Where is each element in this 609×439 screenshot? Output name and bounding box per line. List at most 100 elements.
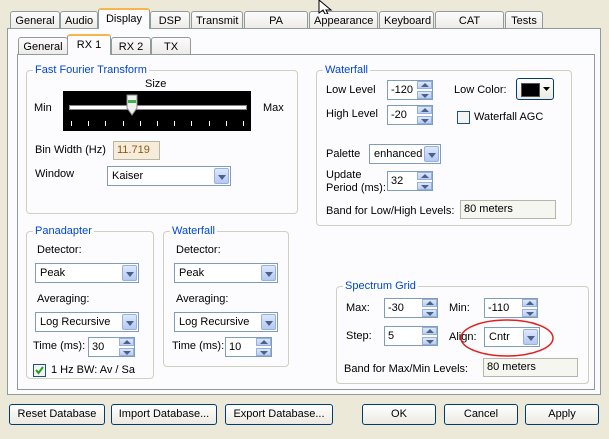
tab-display[interactable]: Display <box>98 8 150 29</box>
grid-max-label: Max: <box>346 302 370 314</box>
spin-up-icon[interactable] <box>417 81 432 89</box>
waterfall-averaging-label: Averaging: <box>176 293 229 305</box>
hz-bw-label: 1 Hz BW: Av / Sa <box>51 364 135 376</box>
spin-down-icon[interactable] <box>256 348 271 356</box>
spin-down-icon[interactable] <box>422 337 437 345</box>
waterfall-time-spinner[interactable]: 10 <box>225 337 272 357</box>
chevron-down-icon[interactable] <box>261 314 276 330</box>
panadapter-time-spinner[interactable]: 30 <box>88 337 135 357</box>
spin-down-icon[interactable] <box>417 116 432 124</box>
tab-general[interactable]: General <box>10 11 60 29</box>
panadapter-averaging-label: Averaging: <box>37 293 90 305</box>
spin-down-icon[interactable] <box>417 182 432 190</box>
waterfall-band-value: 80 meters <box>460 200 556 219</box>
chevron-down-icon[interactable] <box>214 168 229 184</box>
rx1-panel: Fast Fourier Transform Size Min Max Bin … <box>17 54 595 390</box>
low-color-label: Low Color: <box>454 84 507 96</box>
slider-tick <box>71 121 72 126</box>
panadapter-detector-select[interactable]: Peak <box>35 263 139 283</box>
low-level-label: Low Level <box>326 84 376 96</box>
apply-button[interactable]: Apply <box>525 404 599 425</box>
tab-tests[interactable]: Tests <box>505 11 543 29</box>
spin-up-icon[interactable] <box>417 106 432 114</box>
chevron-down-icon[interactable] <box>261 265 276 281</box>
tab-audio[interactable]: Audio <box>60 11 98 29</box>
waterfall-agc-checkbox[interactable] <box>457 111 470 124</box>
spin-up-icon[interactable] <box>422 299 437 307</box>
cancel-button[interactable]: Cancel <box>444 404 518 425</box>
waterfall-detector-group-title: Waterfall <box>170 224 217 238</box>
slider-tick <box>208 121 210 126</box>
window-label: Window <box>35 168 75 180</box>
fft-size-slider[interactable] <box>63 91 251 131</box>
subtab-general[interactable]: General <box>18 37 68 55</box>
spin-down-icon[interactable] <box>422 309 437 317</box>
spin-up-icon[interactable] <box>422 327 437 335</box>
waterfall-detector-select[interactable]: Peak <box>174 263 278 283</box>
low-level-spinner[interactable]: -120 <box>387 80 433 100</box>
slider-tick <box>225 121 227 126</box>
palette-select[interactable]: enhanced <box>369 144 441 164</box>
bin-width-label: Bin Width (Hz) <box>35 144 106 156</box>
subtab-rx1[interactable]: RX 1 <box>67 34 111 55</box>
slider-track <box>69 105 247 110</box>
update-period-label-1: Update <box>326 169 362 181</box>
import-database-button[interactable]: Import Database... <box>111 404 217 425</box>
high-level-spinner[interactable]: -20 <box>387 105 433 125</box>
waterfall-group-title: Waterfall <box>323 63 370 77</box>
grid-max-spinner[interactable]: -30 <box>384 298 438 318</box>
spin-down-icon[interactable] <box>522 309 537 317</box>
fft-size-label: Size <box>145 78 167 90</box>
spin-up-icon[interactable] <box>119 338 134 346</box>
panadapter-time-label: Time (ms): <box>33 340 86 352</box>
tab-pa-settings[interactable]: PA Settings <box>244 11 308 45</box>
tab-keyboard[interactable]: Keyboard <box>379 11 434 29</box>
spin-down-icon[interactable] <box>119 348 134 356</box>
panadapter-detector-label: Detector: <box>37 244 82 256</box>
tab-transmit[interactable]: Transmit <box>191 11 243 29</box>
tab-dsp[interactable]: DSP <box>150 11 190 29</box>
chevron-down-icon <box>543 87 550 91</box>
subtab-tx[interactable]: TX <box>151 37 191 55</box>
export-database-button[interactable]: Export Database... <box>225 404 333 425</box>
panadapter-averaging-select[interactable]: Log Recursive <box>35 312 139 332</box>
spectrum-grid-group: Spectrum Grid Max: -30 Min: -110 Step: 5… <box>336 279 589 384</box>
waterfall-group: Waterfall Low Level -120 High Level -20 … <box>316 63 572 226</box>
reset-database-button[interactable]: Reset Database <box>9 404 105 425</box>
tab-cat-control[interactable]: CAT Control <box>435 11 504 45</box>
slider-tick <box>139 121 141 126</box>
chevron-down-icon[interactable] <box>122 265 137 281</box>
waterfall-agc-label: Waterfall AGC <box>474 111 544 123</box>
spectrum-grid-title: Spectrum Grid <box>343 279 418 293</box>
chevron-down-icon[interactable] <box>424 146 439 162</box>
subtab-rx2[interactable]: RX 2 <box>111 37 151 55</box>
grid-min-spinner[interactable]: -110 <box>484 298 538 318</box>
bin-width-value: 11.719 <box>113 141 160 160</box>
slider-thumb[interactable] <box>126 94 138 116</box>
spin-down-icon[interactable] <box>417 91 432 99</box>
slider-tick <box>105 121 107 126</box>
spin-up-icon[interactable] <box>256 338 271 346</box>
spin-up-icon[interactable] <box>522 299 537 307</box>
main-tab-strip: General Audio Display DSP Transmit PA Se… <box>0 0 609 45</box>
slider-tick <box>243 121 244 126</box>
waterfall-detector-label: Detector: <box>176 244 221 256</box>
update-period-spinner[interactable]: 32 <box>387 171 433 191</box>
grid-step-spinner[interactable]: 5 <box>384 326 438 346</box>
highlight-ellipse <box>460 319 554 357</box>
panadapter-group: Panadapter Detector: Peak Averaging: Log… <box>26 224 154 379</box>
slider-tick <box>191 121 193 126</box>
hz-bw-checkbox[interactable] <box>33 364 46 377</box>
low-color-picker[interactable] <box>516 78 554 100</box>
spin-up-icon[interactable] <box>417 172 432 180</box>
ok-button[interactable]: OK <box>362 404 436 425</box>
palette-label: Palette <box>326 148 361 160</box>
update-period-label-2: Period (ms): <box>326 182 386 194</box>
grid-band-label: Band for Max/Min Levels: <box>344 363 469 375</box>
slider-tick <box>122 121 124 126</box>
chevron-down-icon[interactable] <box>122 314 137 330</box>
slider-tick <box>174 121 176 126</box>
fft-min-label: Min <box>34 102 52 114</box>
waterfall-averaging-select[interactable]: Log Recursive <box>174 312 278 332</box>
window-select[interactable]: Kaiser <box>107 166 231 186</box>
